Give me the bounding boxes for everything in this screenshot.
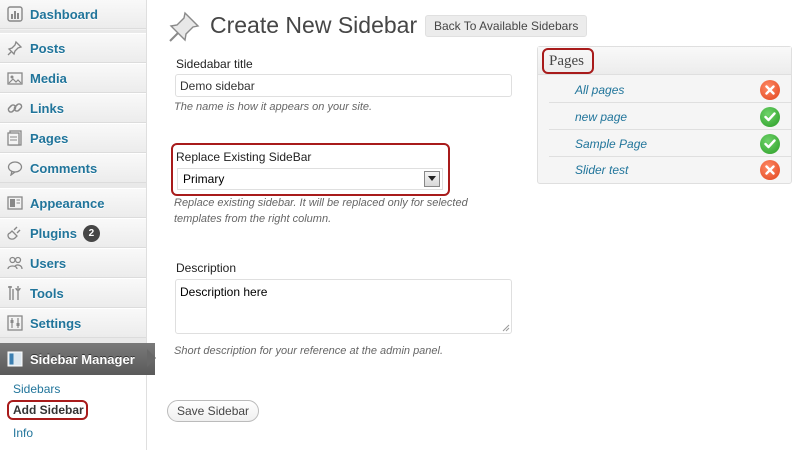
- menu-item-users[interactable]: Users: [0, 248, 146, 278]
- highlight-add-sidebar: [7, 400, 88, 420]
- submenu-item-info[interactable]: Info: [13, 426, 33, 440]
- dropdown-arrow-icon[interactable]: [424, 171, 440, 187]
- pages-row: All pages: [549, 77, 791, 103]
- save-sidebar-button[interactable]: Save Sidebar: [167, 400, 260, 422]
- menu-item-appearance[interactable]: Appearance: [0, 188, 146, 218]
- menu-label-media: Media: [30, 70, 67, 86]
- page-icon: [7, 130, 23, 146]
- menu-label-comments: Comments: [30, 160, 98, 176]
- sidebar-title-help: The name is how it appears on your site.: [174, 101, 373, 113]
- menu-item-sidebar-manager[interactable]: Sidebar Manager: [0, 343, 155, 375]
- disabled-x-icon[interactable]: [760, 79, 780, 100]
- menu-item-plugins[interactable]: Plugins 2: [0, 218, 146, 248]
- menu-item-links[interactable]: Links: [0, 93, 146, 123]
- menu-label-dashboard: Dashboard: [30, 6, 98, 22]
- tools-icon: [7, 285, 23, 301]
- menu-label-tools: Tools: [30, 285, 64, 301]
- plug-icon: [7, 225, 23, 241]
- page-title: Create New Sidebar: [210, 12, 418, 38]
- menu-label-appearance: Appearance: [30, 195, 105, 211]
- description-label: Description: [176, 261, 237, 275]
- pages-panel: Pages All pages new page Sample Page Sli…: [537, 46, 792, 184]
- pages-panel-header: Pages: [538, 47, 791, 75]
- menu-item-pages[interactable]: Pages: [0, 123, 146, 153]
- pages-row: Slider test: [549, 157, 791, 183]
- page-label-slider-test[interactable]: Slider test: [575, 163, 760, 177]
- menu-label-sidebar-manager: Sidebar Manager: [30, 351, 135, 367]
- current-menu-arrow: [147, 349, 156, 367]
- replace-sidebar-label: Replace Existing SideBar: [176, 150, 312, 164]
- enabled-check-icon[interactable]: [760, 106, 780, 127]
- pushpin-icon: [167, 10, 201, 44]
- replace-sidebar-value: Primary: [183, 172, 225, 186]
- page-label-sample-page[interactable]: Sample Page: [575, 137, 760, 151]
- menu-label-posts: Posts: [30, 40, 66, 56]
- sidebar-manager-icon: [7, 351, 23, 367]
- pages-row: Sample Page: [549, 131, 791, 157]
- sidebar-title-input[interactable]: Demo sidebar: [175, 74, 512, 97]
- menu-label-links: Links: [30, 100, 64, 116]
- appearance-icon: [7, 195, 23, 211]
- menu-item-posts[interactable]: Posts: [0, 33, 146, 63]
- highlight-pages-title: [542, 48, 594, 74]
- page-label-new-page[interactable]: new page: [575, 110, 760, 124]
- page-label-all-pages[interactable]: All pages: [575, 83, 760, 97]
- disabled-x-icon[interactable]: [760, 160, 780, 180]
- menu-item-dashboard[interactable]: Dashboard: [0, 0, 146, 29]
- enabled-check-icon[interactable]: [760, 133, 780, 154]
- menu-label-settings: Settings: [30, 315, 82, 331]
- sidebar-title-label: Sidedabar title: [176, 57, 253, 71]
- description-textarea[interactable]: Description here: [175, 279, 512, 334]
- users-icon: [7, 255, 23, 271]
- settings-icon: [7, 315, 23, 331]
- media-icon: [7, 70, 23, 86]
- replace-sidebar-help-2: templates from the right column.: [174, 213, 332, 225]
- menu-item-tools[interactable]: Tools: [0, 278, 146, 308]
- link-icon: [7, 100, 23, 116]
- dashboard-icon: [7, 6, 23, 22]
- plugins-update-badge: 2: [82, 224, 100, 242]
- pin-icon: [7, 40, 23, 56]
- resize-grip-icon[interactable]: [502, 324, 510, 332]
- description-help: Short description for your reference at …: [174, 345, 444, 357]
- replace-sidebar-select[interactable]: Primary: [177, 168, 443, 190]
- submenu-item-sidebars[interactable]: Sidebars: [13, 382, 60, 396]
- menu-item-comments[interactable]: Comments: [0, 153, 146, 183]
- pages-row: new page: [549, 104, 791, 130]
- menu-label-users: Users: [30, 255, 67, 271]
- menu-item-settings[interactable]: Settings: [0, 308, 146, 338]
- replace-sidebar-help-1: Replace existing sidebar. It will be rep…: [174, 197, 468, 209]
- menu-label-plugins: Plugins: [30, 225, 77, 241]
- menu-label-pages: Pages: [30, 130, 69, 146]
- menu-item-media[interactable]: Media: [0, 63, 146, 93]
- comment-icon: [7, 160, 23, 176]
- admin-menu: Dashboard Posts Media Links Pages Commen…: [0, 0, 156, 450]
- back-to-sidebars-button[interactable]: Back To Available Sidebars: [425, 15, 588, 37]
- description-value: Description here: [180, 285, 268, 299]
